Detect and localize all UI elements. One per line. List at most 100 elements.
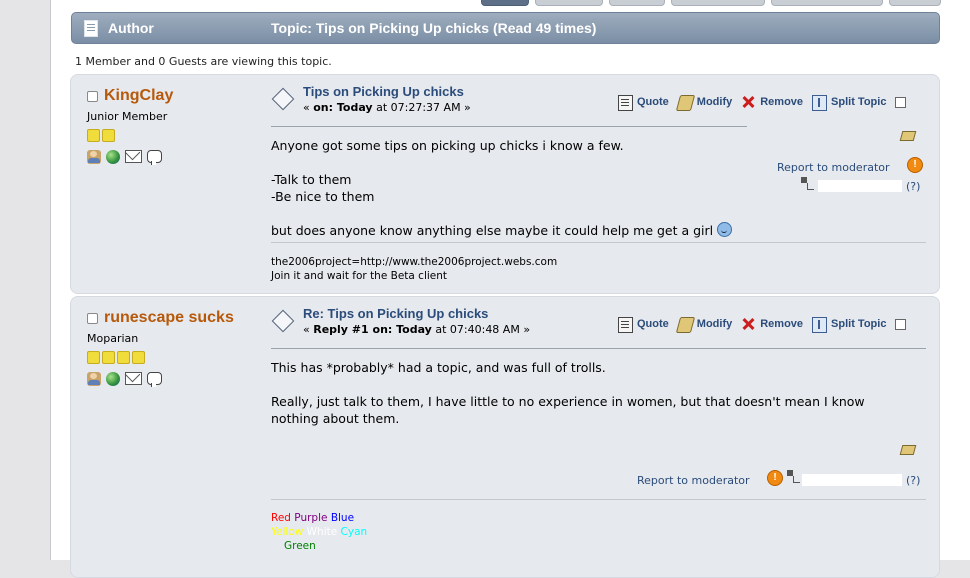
remove-label: Remove [760, 96, 804, 108]
split-topic-button[interactable]: Split Topic [812, 317, 887, 333]
meta-time: at 07:27:37 AM » [372, 101, 471, 114]
post-actions: Quote Modify Remove Split Topic [618, 95, 907, 111]
email-icon[interactable] [125, 372, 142, 385]
topic-header-bar: Author Topic: Tips on Picking Up chicks … [71, 12, 940, 44]
meta-date: Reply #1 on: Today [313, 323, 432, 336]
message-icon [271, 309, 295, 333]
remove-button[interactable]: Remove [741, 96, 803, 108]
post-message: Anyone got some tips on picking up chick… [271, 137, 871, 239]
warning-icon[interactable]: ! [907, 157, 923, 173]
subject-divider [271, 348, 926, 349]
message-icon [271, 87, 295, 111]
tab-active[interactable] [481, 0, 529, 6]
website-globe-icon[interactable] [106, 371, 120, 386]
sig-color-word: Purple [294, 512, 328, 524]
forum-content: Author Topic: Tips on Picking Up chicks … [50, 0, 970, 578]
post-subject[interactable]: Re: Tips on Picking Up chicks [303, 306, 488, 321]
post-2: runescape sucks Moparian Re: Tips on Pic… [70, 296, 940, 578]
sig-color-word: White [306, 526, 338, 538]
sig-color-word: Cyan [340, 526, 368, 538]
offline-status-icon [87, 313, 98, 324]
quote-label: Quote [637, 96, 669, 108]
tab[interactable] [889, 0, 941, 6]
meta-date: on: Today [313, 101, 373, 114]
poster-info: KingClay Junior Member [87, 87, 257, 165]
quote-icon [618, 317, 633, 333]
meta-time: at 07:40:48 AM » [431, 323, 531, 336]
modify-button[interactable]: Modify [675, 317, 732, 333]
select-post-checkbox[interactable] [895, 318, 907, 330]
remove-icon [741, 317, 754, 331]
poster-name[interactable]: KingClay [87, 87, 257, 105]
personal-message-icon[interactable] [147, 150, 162, 165]
topic-icon [84, 20, 98, 37]
modify-icon [675, 95, 695, 111]
signature-divider [271, 499, 926, 500]
split-label: Split Topic [831, 318, 887, 330]
tab[interactable] [535, 0, 603, 6]
member-group: Junior Member [87, 110, 168, 123]
email-icon[interactable] [125, 150, 142, 163]
report-to-moderator-link[interactable]: Report to moderator [777, 161, 890, 174]
viewers-count: 1 Member and 0 Guests are viewing this t… [75, 55, 332, 68]
split-icon [812, 95, 828, 111]
report-to-moderator-link[interactable]: Report to moderator [637, 474, 750, 487]
split-label: Split Topic [831, 96, 887, 108]
help-link[interactable]: (?) [906, 474, 920, 487]
personal-message-icon[interactable] [147, 372, 162, 387]
moderate-icon[interactable] [899, 441, 915, 455]
profile-icon[interactable] [87, 371, 101, 386]
message-text: Anyone got some tips on picking up chick… [271, 138, 714, 238]
post-1: KingClay Junior Member Tips on Picking U… [70, 74, 940, 294]
tab[interactable] [771, 0, 883, 6]
poster-icons [87, 371, 257, 387]
tab[interactable] [609, 0, 665, 6]
modify-button[interactable]: Modify [675, 95, 733, 111]
signature-line: Join it and wait for the Beta client [271, 270, 448, 282]
tab[interactable] [671, 0, 765, 6]
signature-line: Yellow White Cyan [271, 525, 367, 539]
ip-icon [801, 177, 815, 190]
quote-button[interactable]: Quote [618, 317, 669, 333]
poster-name[interactable]: runescape sucks [87, 309, 257, 327]
quote-button[interactable]: Quote [618, 95, 669, 111]
subject-divider [271, 126, 747, 127]
warning-icon[interactable]: ! [767, 470, 783, 486]
star-icon [102, 129, 115, 142]
signature-divider [271, 242, 926, 243]
modify-label: Modify [696, 96, 733, 108]
author-column-label: Author [108, 20, 154, 36]
ip-field [802, 474, 902, 486]
ip-icon [787, 470, 801, 483]
signature-line: Red Purple Blue [271, 511, 367, 525]
quote-label: Quote [637, 318, 669, 330]
select-post-checkbox[interactable] [895, 96, 907, 108]
signature-line: Green [271, 539, 367, 553]
star-icon [87, 129, 100, 142]
rank-stars [87, 129, 257, 143]
post-subject[interactable]: Tips on Picking Up chicks [303, 84, 464, 99]
ip-field [818, 180, 902, 192]
post-actions: Quote Modify Remove Split Topic [618, 317, 907, 333]
post-meta: « on: Today at 07:27:37 AM » [303, 101, 471, 114]
remove-label: Remove [760, 318, 804, 330]
website-globe-icon[interactable] [106, 149, 120, 164]
topic-title: Topic: Tips on Picking Up chicks (Read 4… [271, 20, 597, 36]
split-icon [812, 317, 828, 333]
quote-icon [618, 95, 633, 111]
remove-button[interactable]: Remove [741, 318, 803, 330]
moderate-icon[interactable] [899, 127, 915, 141]
help-link[interactable]: (?) [906, 180, 920, 193]
star-icon [102, 351, 115, 364]
signature: Red Purple Blue Yellow White Cyan Green [271, 511, 367, 553]
split-topic-button[interactable]: Split Topic [812, 95, 887, 111]
poster-name-text[interactable]: runescape sucks [104, 309, 234, 326]
profile-icon[interactable] [87, 149, 101, 164]
remove-icon [741, 95, 754, 109]
smiley-icon [717, 222, 733, 237]
star-icon [132, 351, 145, 364]
offline-status-icon [87, 91, 98, 102]
meta-prefix: « [303, 323, 314, 336]
poster-name-text[interactable]: KingClay [104, 87, 173, 104]
poster-info: runescape sucks Moparian [87, 309, 257, 387]
